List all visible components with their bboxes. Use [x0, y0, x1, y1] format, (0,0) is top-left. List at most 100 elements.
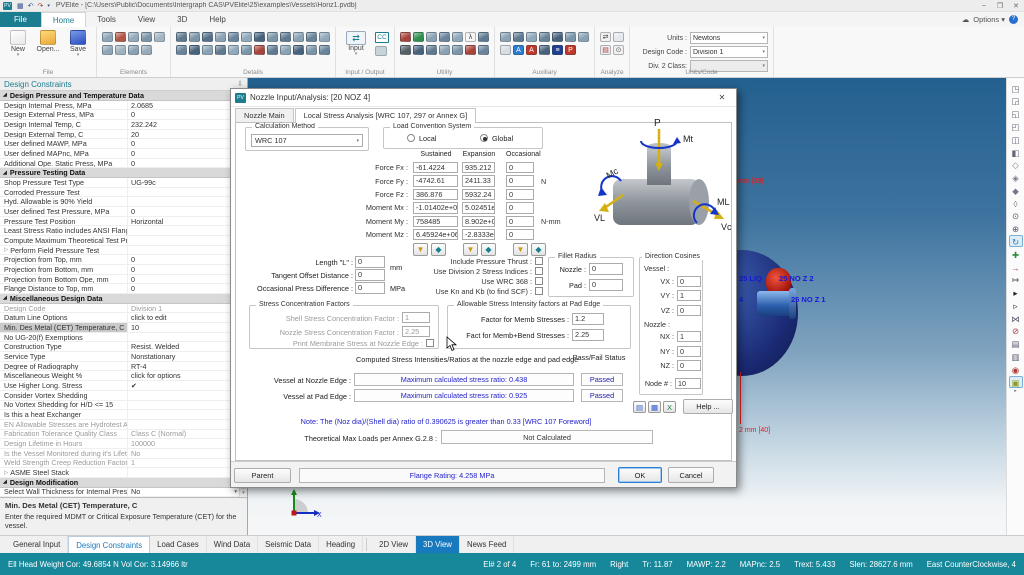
view-tool-icon-11[interactable]: ⊕: [1009, 222, 1023, 234]
grid-row[interactable]: Shop Pressure Test TypeUG-99c: [0, 178, 239, 188]
grid-row-value[interactable]: 100000: [128, 439, 239, 448]
menu-tab-file[interactable]: File: [0, 12, 41, 27]
pin-icon[interactable]: ⇩: [237, 80, 243, 88]
import-icon-button[interactable]: ▼: [413, 243, 428, 256]
value-dropdown-icon[interactable]: ▾: [234, 489, 237, 495]
analyze-tool-icon[interactable]: ▤: [600, 45, 611, 55]
open-button[interactable]: Open...: [35, 29, 61, 57]
grid-row[interactable]: Datum Line Optionsclick to edit: [0, 313, 239, 323]
view-tool-icon-16[interactable]: ▸: [1009, 286, 1023, 298]
load-value-input[interactable]: 0: [506, 202, 534, 214]
nx-input[interactable]: 1: [677, 331, 701, 342]
grid-row-value[interactable]: Resist. Welded: [128, 342, 239, 351]
qat-caret-icon[interactable]: ▾: [47, 3, 50, 9]
grid-row-value[interactable]: Nonstationary: [128, 352, 239, 361]
view-tool-icon-22[interactable]: ◉: [1009, 363, 1023, 375]
load-value-input[interactable]: 2411.33: [462, 175, 495, 187]
grid-row[interactable]: Is this a heat Exchanger: [0, 410, 239, 420]
tab-load-cases[interactable]: Load Cases: [150, 536, 207, 553]
utility-tool-icon[interactable]: [426, 45, 437, 55]
import-icon-button[interactable]: ▼: [513, 243, 528, 256]
import-icon-button[interactable]: ▼: [463, 243, 478, 256]
units-select[interactable]: Newtons▾: [690, 32, 768, 44]
tab-design-constraints[interactable]: Design Constraints: [68, 536, 150, 553]
details-tool-icon[interactable]: [254, 32, 265, 42]
dialog-tab-nozzle-main[interactable]: Nozzle Main: [235, 108, 294, 123]
grid-row[interactable]: Flange Distance to Top, mm0: [0, 284, 239, 294]
grid-row[interactable]: Additional Ope. Static Press, MPa0: [0, 159, 239, 169]
grid-row-value[interactable]: 0: [128, 149, 239, 158]
view-tool-icon-0[interactable]: ◳: [1009, 82, 1023, 94]
menu-tab-help[interactable]: Help: [198, 12, 236, 27]
help-button[interactable]: Help ...: [683, 399, 733, 414]
analyze-tool-icon[interactable]: ⇄: [600, 32, 611, 42]
excel-button[interactable]: X: [663, 401, 676, 413]
print-membrane-checkbox[interactable]: [426, 339, 434, 347]
grid-row[interactable]: Degree of RadiographyRT-4: [0, 362, 239, 372]
grid-row[interactable]: No Vortex Shedding for H/D <= 15: [0, 401, 239, 411]
menu-tab-home[interactable]: Home: [41, 12, 86, 27]
grid-row[interactable]: Select Wall Thickness for Internal Press…: [0, 488, 239, 497]
export-icon-button[interactable]: ◆: [531, 243, 546, 256]
ny-input[interactable]: 0: [677, 346, 701, 357]
load-value-input[interactable]: 5932.24: [462, 189, 495, 201]
calc-method-select[interactable]: WRC 107 ▾: [251, 134, 363, 147]
utility-tool-icon[interactable]: λ: [465, 32, 476, 42]
menu-tab-3d[interactable]: 3D: [166, 12, 198, 27]
grid-row[interactable]: EN Allowable Stresses are Hydrotest Allo…: [0, 420, 239, 430]
grid-row[interactable]: Projection from Bottom Ope, mm0: [0, 275, 239, 285]
grid-row[interactable]: Pressure Test PositionHorizontal: [0, 217, 239, 227]
elements-tool-icon[interactable]: [128, 32, 139, 42]
cc-button[interactable]: CC: [375, 32, 389, 43]
grid-row-value[interactable]: 0: [128, 159, 239, 168]
design-code-select[interactable]: Division 1▾: [690, 46, 768, 58]
view-tool-icon-8[interactable]: ◆: [1009, 184, 1023, 196]
analyze-tool-icon[interactable]: ⊙: [613, 45, 624, 55]
tab-heading[interactable]: Heading: [319, 536, 363, 553]
tab-2d-view[interactable]: 2D View: [372, 536, 416, 553]
help-icon[interactable]: ?: [1009, 15, 1018, 24]
grid-row[interactable]: Weld Strength Creep Reduction Factor pe1: [0, 459, 239, 469]
grid-row-value[interactable]: 1: [128, 458, 239, 467]
utility-tool-icon[interactable]: [452, 45, 463, 55]
auxiliary-tool-icon[interactable]: [578, 32, 589, 42]
undo-icon[interactable]: ↶: [28, 2, 34, 10]
use-kn-and-kb-to-find-scf-checkbox[interactable]: [535, 287, 543, 295]
auxiliary-tool-icon[interactable]: [513, 32, 524, 42]
tab-wind-data[interactable]: Wind Data: [207, 536, 258, 553]
elements-tool-icon[interactable]: [128, 45, 139, 55]
load-value-input[interactable]: 935.212: [462, 162, 495, 174]
elements-tool-icon[interactable]: [115, 32, 126, 42]
view-tool-icon-12[interactable]: ↻: [1009, 235, 1023, 247]
details-tool-icon[interactable]: [280, 45, 291, 55]
node-number-input[interactable]: 10: [675, 378, 701, 389]
grid-section[interactable]: ◢Design Pressure and Temperature Data: [0, 91, 239, 101]
grid-row-value[interactable]: 232.242: [128, 120, 239, 129]
load-value-input[interactable]: -2.8333e+06: [462, 229, 495, 241]
cancel-button[interactable]: Cancel: [668, 467, 714, 483]
restore-button[interactable]: ❐: [992, 2, 1008, 10]
view-tool-icon-15[interactable]: ↦: [1009, 273, 1023, 285]
details-tool-icon[interactable]: [241, 45, 252, 55]
view-tool-icon-18[interactable]: ⋈: [1009, 312, 1023, 324]
grid-row-value[interactable]: No: [128, 449, 239, 458]
grid-row[interactable]: User defined MAWP, MPa0: [0, 139, 239, 149]
view-tool-icon-5[interactable]: ◧: [1009, 146, 1023, 158]
grid-row[interactable]: Design CodeDivision 1: [0, 304, 239, 314]
elements-tool-icon[interactable]: [102, 45, 113, 55]
view-tool-icon-20[interactable]: ▤: [1009, 337, 1023, 349]
export-icon-button[interactable]: ◆: [431, 243, 446, 256]
grid-row[interactable]: No UG-20(f) Exemptions: [0, 333, 239, 343]
tab-news-feed[interactable]: News Feed: [460, 536, 514, 553]
utility-tool-icon[interactable]: [413, 32, 424, 42]
grid-section[interactable]: ◢Miscellaneous Design Data: [0, 294, 239, 304]
elements-tool-icon[interactable]: [115, 45, 126, 55]
scf-nozzle-input[interactable]: 2.25: [402, 326, 430, 337]
grid-row[interactable]: User defined MAPnc, MPa0: [0, 149, 239, 159]
load-value-input[interactable]: 758485: [413, 216, 458, 228]
details-tool-icon[interactable]: [189, 45, 200, 55]
grid-row[interactable]: Fabrication Tolerance Quality ClassClass…: [0, 430, 239, 440]
quick-save-icon[interactable]: ▦: [17, 2, 24, 10]
tab-seismic-data[interactable]: Seismic Data: [258, 536, 319, 553]
menu-tab-view[interactable]: View: [127, 12, 166, 27]
